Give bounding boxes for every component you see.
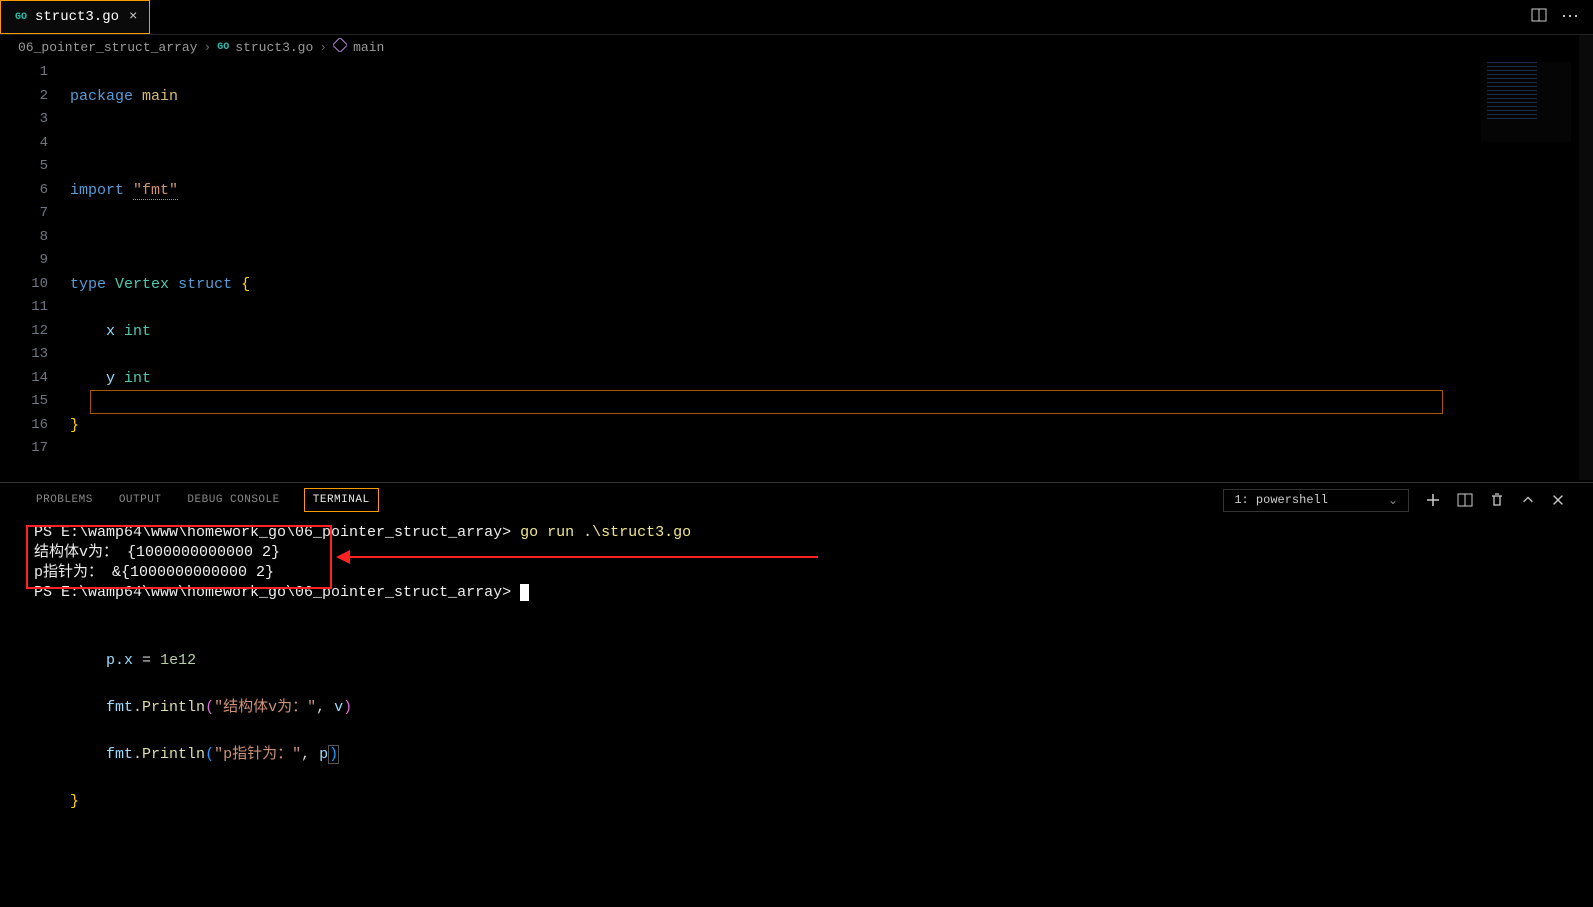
line-number: 5	[0, 155, 48, 179]
terminal-prompt: PS E:\wamp64\www\homework_go\06_pointer_…	[34, 524, 520, 541]
line-number: 1	[0, 61, 48, 85]
more-actions-icon[interactable]: ⋯	[1561, 6, 1579, 28]
breadcrumb-symbol[interactable]: main	[353, 40, 384, 55]
terminal-line: 结构体v为： {1000000000000 2}	[34, 543, 1559, 563]
vertical-scrollbar[interactable]	[1579, 35, 1593, 480]
line-number: 7	[0, 202, 48, 226]
new-terminal-icon[interactable]	[1425, 492, 1441, 508]
function-symbol-icon	[333, 38, 347, 56]
tab-output[interactable]: OUTPUT	[117, 488, 164, 512]
line-number: 4	[0, 132, 48, 156]
terminal-cursor	[520, 584, 529, 601]
breadcrumb-separator: ›	[319, 40, 327, 55]
code-editor[interactable]: 1 2 3 4 5 6 7 8 9 10 11 12 13 14 15 16 1…	[0, 59, 1593, 479]
line-number: 17	[0, 437, 48, 461]
close-panel-icon[interactable]	[1551, 493, 1565, 507]
terminal-output[interactable]: PS E:\wamp64\www\homework_go\06_pointer_…	[0, 517, 1593, 645]
line-number: 12	[0, 320, 48, 344]
tab-problems[interactable]: PROBLEMS	[34, 488, 95, 512]
go-file-icon: GO	[13, 9, 29, 25]
tabs-group: GO struct3.go ×	[0, 0, 150, 34]
line-number: 2	[0, 85, 48, 109]
breadcrumb[interactable]: 06_pointer_struct_array › GO struct3.go …	[0, 35, 1593, 59]
terminal-line: p指针为： &{1000000000000 2}	[34, 563, 1559, 583]
terminal-prompt: PS E:\wamp64\www\homework_go\06_pointer_…	[34, 584, 520, 601]
terminal-dropdown[interactable]: 1: powershell ⌄	[1223, 489, 1409, 512]
tab-bar: GO struct3.go × ⋯	[0, 0, 1593, 35]
breadcrumb-file[interactable]: struct3.go	[235, 40, 313, 55]
bottom-panel: PROBLEMS OUTPUT DEBUG CONSOLE TERMINAL 1…	[0, 482, 1593, 645]
chevron-down-icon: ⌄	[1388, 493, 1398, 508]
tab-debug-console[interactable]: DEBUG CONSOLE	[185, 488, 281, 512]
tab-terminal[interactable]: TERMINAL	[304, 488, 379, 512]
line-number-gutter: 1 2 3 4 5 6 7 8 9 10 11 12 13 14 15 16 1…	[0, 59, 70, 479]
line-number: 13	[0, 343, 48, 367]
breadcrumb-separator: ›	[203, 40, 211, 55]
terminal-command: go run .\struct3.go	[520, 524, 691, 541]
terminal-dropdown-label: 1: powershell	[1234, 493, 1328, 507]
breadcrumb-folder[interactable]: 06_pointer_struct_array	[18, 40, 197, 55]
line-number: 3	[0, 108, 48, 132]
line-number: 8	[0, 226, 48, 250]
line-number: 15	[0, 390, 48, 414]
split-editor-icon[interactable]	[1531, 7, 1547, 28]
close-icon[interactable]: ×	[129, 9, 137, 25]
line-number: 14	[0, 367, 48, 391]
line-number: 9	[0, 249, 48, 273]
go-file-icon: GO	[217, 42, 229, 53]
split-terminal-icon[interactable]	[1457, 492, 1473, 508]
panel-tab-bar: PROBLEMS OUTPUT DEBUG CONSOLE TERMINAL 1…	[0, 483, 1593, 517]
tab-filename: struct3.go	[35, 9, 119, 25]
maximize-panel-icon[interactable]	[1521, 493, 1535, 507]
tab-actions: ⋯	[1531, 6, 1593, 28]
line-number: 11	[0, 296, 48, 320]
line-number: 10	[0, 273, 48, 297]
code-content[interactable]: package main import "fmt" type Vertex st…	[70, 59, 1593, 479]
minimap[interactable]	[1481, 62, 1571, 142]
line-number: 16	[0, 414, 48, 438]
kill-terminal-icon[interactable]	[1489, 492, 1505, 508]
editor-tab[interactable]: GO struct3.go ×	[0, 0, 150, 34]
line-number: 6	[0, 179, 48, 203]
